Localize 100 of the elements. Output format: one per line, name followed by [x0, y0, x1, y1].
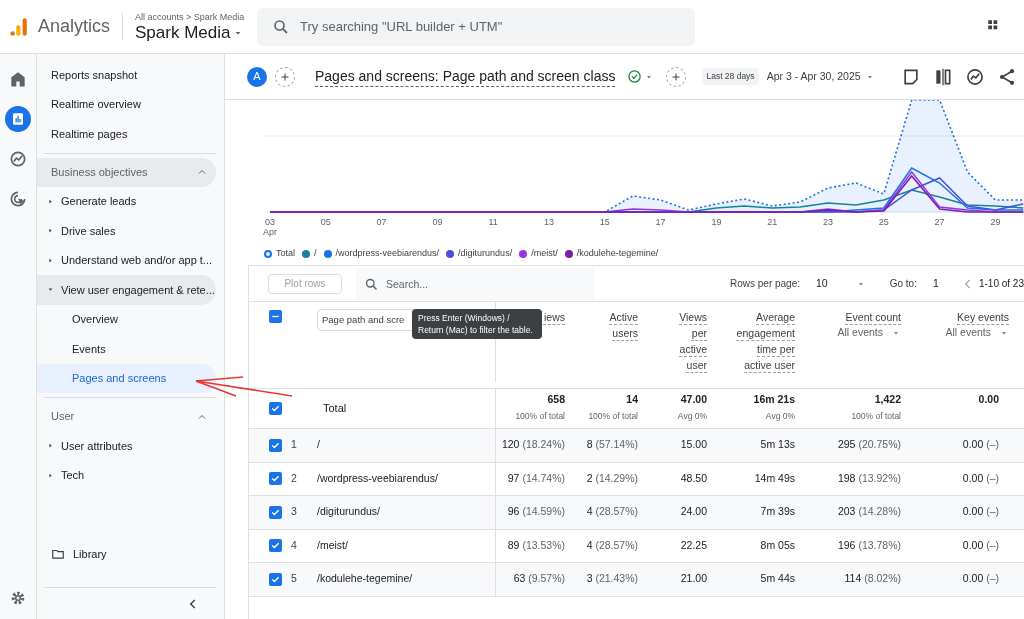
- table-cell-text: 14m 49s: [754, 470, 795, 486]
- column-header[interactable]: iews: [544, 309, 565, 325]
- table-cell-text: 295 (20.75%): [837, 437, 901, 453]
- nav-group-item[interactable]: Understand web and/or app t...: [37, 245, 216, 275]
- table-cell-text: 114 (8.02%): [844, 571, 901, 587]
- breadcrumb[interactable]: All accounts > Spark Media: [135, 10, 246, 23]
- nav-group-item[interactable]: View user engagement & rete...: [37, 275, 216, 305]
- app-name: Analytics: [38, 13, 124, 40]
- event-filter-dropdown[interactable]: All events: [945, 325, 1009, 341]
- nav-link[interactable]: Reports snapshot: [44, 60, 216, 90]
- table-cell-text: 658: [547, 392, 565, 407]
- table-cell-caption: 100% of total: [515, 410, 565, 423]
- table-cell-text: 22.25: [680, 537, 707, 553]
- table-cell-text: 63 (9.57%): [513, 571, 565, 587]
- legend-label[interactable]: /meist/: [531, 247, 558, 261]
- report-title: Pages and screens: Page path and screen class: [315, 66, 616, 87]
- library-link[interactable]: Library: [44, 539, 216, 569]
- column-header[interactable]: Key events: [919, 309, 1009, 325]
- table-cell-text: /kodulehe-tegemine/: [317, 571, 413, 587]
- table-cell-text: 2 (14.29%): [586, 470, 638, 486]
- nav-link[interactable]: Realtime overview: [44, 89, 216, 119]
- table-cell-text: 196 (13.78%): [837, 537, 901, 553]
- table-search-field[interactable]: Search...: [356, 267, 594, 300]
- table-cell-text: 5m 13s: [760, 437, 795, 453]
- table-cell-text: 14: [626, 392, 638, 407]
- table-cell-caption: Avg 0%: [677, 410, 707, 423]
- nav-group-item[interactable]: Generate leads: [37, 186, 216, 216]
- column-header[interactable]: Active users: [598, 309, 638, 341]
- table-cell-text: 0.00 (–): [962, 504, 999, 520]
- table-cell-text: 96 (14.59%): [507, 504, 565, 520]
- axis-label: 11: [488, 217, 498, 227]
- nav-link[interactable]: Realtime pages: [44, 119, 216, 149]
- table-cell-text: 7m 39s: [760, 504, 795, 520]
- legend-label[interactable]: /digiturundus/: [458, 247, 513, 261]
- go-to-field[interactable]: 1: [932, 275, 957, 292]
- page-range: 1-10 of 23: [978, 277, 1024, 291]
- axis-label: 19: [711, 217, 722, 227]
- table-cell-text: 15.00: [680, 437, 707, 453]
- table-cell-text: 0.00 (–): [962, 470, 999, 486]
- table-cell-caption: Avg 0%: [765, 410, 795, 423]
- nav-group-item[interactable]: Tech: [37, 460, 216, 490]
- axis-label: 25: [878, 217, 889, 227]
- table-cell-text: 5m 44s: [760, 571, 795, 587]
- rows-per-page-dropdown[interactable]: 10: [816, 275, 866, 292]
- row-number: 3: [291, 504, 298, 520]
- row-number: 4: [291, 537, 298, 553]
- table-cell-text: 24.00: [680, 504, 707, 520]
- table-cell-text: 8m 05s: [760, 537, 795, 553]
- account-selector[interactable]: Spark Media: [135, 22, 246, 43]
- date-preset-chip: Last 28 days: [702, 68, 759, 85]
- axis-label: 05: [320, 217, 331, 227]
- table-cell-text: 21.00: [680, 571, 707, 587]
- rows-per-page-label: Rows per page:: [729, 277, 800, 291]
- table-cell-text: 0.00 (–): [962, 537, 999, 553]
- nav-subitem[interactable]: Overview: [37, 304, 216, 334]
- legend-label[interactable]: Total: [276, 247, 295, 261]
- table-cell-text: 16m 21s: [753, 392, 795, 407]
- column-header[interactable]: Average engagement time per active user: [731, 309, 795, 373]
- axis-label: 13: [544, 217, 554, 227]
- table-cell-text: /meist/: [317, 537, 348, 553]
- axis-label: 21: [767, 217, 778, 227]
- table-cell-text: 120 (18.24%): [501, 437, 565, 453]
- legend-label[interactable]: /: [314, 247, 317, 261]
- column-header[interactable]: Views per active user: [671, 309, 707, 373]
- axis-label: 23: [823, 217, 833, 227]
- table-cell-text: 48.50: [680, 470, 707, 486]
- table-cell-text: 4 (28.57%): [586, 504, 638, 520]
- nav-group-item[interactable]: Drive sales: [37, 216, 216, 246]
- axis-label: 07: [376, 217, 387, 227]
- table-cell-text: /: [317, 437, 320, 453]
- column-header[interactable]: Event count: [811, 309, 901, 325]
- legend-label[interactable]: /kodulehe-tegemine/: [576, 247, 659, 261]
- nav-subitem[interactable]: Pages and screens: [37, 363, 216, 393]
- legend-label[interactable]: /wordpress-veebiarendus/: [335, 247, 440, 261]
- table-cell-text: 0.00 (–): [962, 571, 999, 587]
- section-header[interactable]: Business objectives: [37, 157, 216, 187]
- axis-label: 27: [934, 217, 945, 227]
- table-cell-text: 1,422: [874, 392, 901, 407]
- row-number: 5: [291, 571, 298, 587]
- section-header[interactable]: User: [37, 402, 216, 431]
- table-cell-text: 198 (13.92%): [837, 470, 901, 486]
- search-field[interactable]: Try searching "URL builder + UTM": [257, 7, 696, 46]
- table-cell-text: 47.00: [680, 392, 707, 407]
- table-cell-caption: 100% of total: [851, 410, 901, 423]
- avatar[interactable]: A: [247, 66, 267, 87]
- nav-subitem[interactable]: Events: [37, 334, 216, 364]
- table-cell-text: Total: [323, 401, 347, 417]
- axis-label: 03: [265, 217, 275, 227]
- table-cell-text: 89 (13.53%): [507, 537, 565, 553]
- table-cell-text: 0.00 (–): [962, 437, 999, 453]
- tooltip: Press Enter (Windows) / Return (Mac) to filter the table.: [412, 309, 542, 339]
- table-cell-caption: 100% of total: [588, 410, 638, 423]
- axis-label: 09: [432, 217, 443, 227]
- nav-group-item[interactable]: User attributes: [37, 431, 216, 461]
- row-number: 1: [291, 437, 298, 453]
- table-cell-text: 97 (14.74%): [507, 470, 565, 486]
- table-cell-text: 3 (21.43%): [586, 571, 638, 587]
- date-range-picker[interactable]: Apr 3 - Apr 30, 2025: [766, 68, 875, 85]
- axis-label: 29: [990, 217, 1001, 227]
- event-filter-dropdown[interactable]: All events: [837, 325, 901, 341]
